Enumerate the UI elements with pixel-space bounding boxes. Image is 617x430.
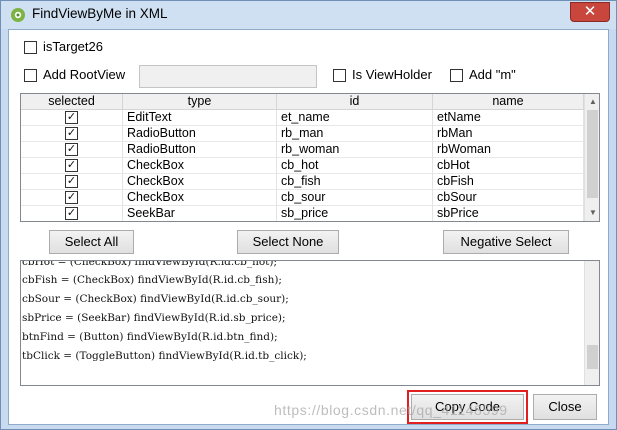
android-app-icon xyxy=(11,8,25,22)
selected-cell: ✓ xyxy=(21,158,123,174)
name-cell[interactable]: sbPrice xyxy=(433,206,584,221)
code-line: tbClick = (ToggleButton) findViewById(R.… xyxy=(22,350,307,362)
table-scroll-thumb[interactable] xyxy=(587,110,598,198)
table-row[interactable]: ✓ SeekBar sb_price sbPrice xyxy=(21,206,584,221)
dialog-content: isTarget26 Add RootView Is ViewHolder Ad… xyxy=(8,29,609,425)
selected-cell: ✓ xyxy=(21,126,123,142)
title-bar[interactable]: FindViewByMe in XML ✕ xyxy=(1,1,616,29)
code-line: cbSour = (CheckBox) findViewById(R.id.cb… xyxy=(22,293,289,305)
is-view-holder-label: Is ViewHolder xyxy=(352,67,432,82)
findviewbyme-dialog: FindViewByMe in XML ✕ isTarget26 Add Roo… xyxy=(0,0,617,430)
table-row[interactable]: ✓ CheckBox cb_fish cbFish xyxy=(21,174,584,190)
table-row[interactable]: ✓ EditText et_name etName xyxy=(21,110,584,126)
select-none-button[interactable]: Select None xyxy=(237,230,339,254)
type-cell: SeekBar xyxy=(123,206,277,221)
is-target26-label: isTarget26 xyxy=(43,39,103,54)
add-m-checkbox[interactable] xyxy=(450,69,463,82)
is-view-holder-checkbox[interactable] xyxy=(333,69,346,82)
scroll-down-icon[interactable]: ▼ xyxy=(585,205,599,221)
table-scrollbar[interactable]: ▲ ▼ xyxy=(584,94,599,221)
id-cell: cb_hot xyxy=(277,158,433,174)
close-button[interactable]: Close xyxy=(533,394,597,420)
type-cell: CheckBox xyxy=(123,158,277,174)
code-output-textarea[interactable]: cbHot = (CheckBox) findViewById(R.id.cb_… xyxy=(20,260,600,386)
type-cell: CheckBox xyxy=(123,190,277,206)
add-root-view-checkbox[interactable] xyxy=(24,69,37,82)
table-row[interactable]: ✓ RadioButton rb_woman rbWoman xyxy=(21,142,584,158)
selected-cell: ✓ xyxy=(21,206,123,221)
name-cell[interactable]: cbSour xyxy=(433,190,584,206)
name-cell[interactable]: cbFish xyxy=(433,174,584,190)
column-header-name[interactable]: name xyxy=(433,94,584,110)
row-selected-checkbox[interactable]: ✓ xyxy=(65,159,78,172)
root-view-input[interactable] xyxy=(139,65,317,88)
selected-cell: ✓ xyxy=(21,142,123,158)
views-table: selected type id name ✓ EditText et_name… xyxy=(20,93,600,222)
is-target26-checkbox[interactable] xyxy=(24,41,37,54)
name-cell[interactable]: rbMan xyxy=(433,126,584,142)
scroll-up-icon[interactable]: ▲ xyxy=(585,94,599,110)
name-cell[interactable]: cbHot xyxy=(433,158,584,174)
selected-cell: ✓ xyxy=(21,190,123,206)
column-header-type[interactable]: type xyxy=(123,94,277,110)
code-line: sbPrice = (SeekBar) findViewById(R.id.sb… xyxy=(22,312,286,324)
code-scroll-thumb[interactable] xyxy=(587,345,598,369)
table-row[interactable]: ✓ CheckBox cb_hot cbHot xyxy=(21,158,584,174)
name-cell[interactable]: etName xyxy=(433,110,584,126)
window-title: FindViewByMe in XML xyxy=(32,6,168,21)
row-selected-checkbox[interactable]: ✓ xyxy=(65,191,78,204)
negative-select-button[interactable]: Negative Select xyxy=(443,230,569,254)
select-all-button[interactable]: Select All xyxy=(49,230,134,254)
code-line: btnFind = (Button) findViewById(R.id.btn… xyxy=(22,331,278,343)
add-m-label: Add "m" xyxy=(469,67,516,82)
id-cell: et_name xyxy=(277,110,433,126)
window-close-button[interactable]: ✕ xyxy=(570,2,610,22)
table-row[interactable]: ✓ CheckBox cb_sour cbSour xyxy=(21,190,584,206)
code-line: cbFish = (CheckBox) findViewById(R.id.cb… xyxy=(22,274,282,286)
watermark-text: https://blog.csdn.net/qq_41148599 xyxy=(274,402,508,418)
id-cell: cb_fish xyxy=(277,174,433,190)
column-header-selected[interactable]: selected xyxy=(21,94,123,110)
type-cell: CheckBox xyxy=(123,174,277,190)
id-cell: sb_price xyxy=(277,206,433,221)
row-selected-checkbox[interactable]: ✓ xyxy=(65,175,78,188)
column-header-id[interactable]: id xyxy=(277,94,433,110)
code-line: cbHot = (CheckBox) findViewById(R.id.cb_… xyxy=(22,260,278,268)
id-cell: cb_sour xyxy=(277,190,433,206)
row-selected-checkbox[interactable]: ✓ xyxy=(65,143,78,156)
table-row[interactable]: ✓ RadioButton rb_man rbMan xyxy=(21,126,584,142)
code-scrollbar[interactable] xyxy=(584,261,599,385)
close-icon: ✕ xyxy=(583,3,597,20)
selected-cell: ✓ xyxy=(21,110,123,126)
add-root-view-label: Add RootView xyxy=(43,67,126,82)
type-cell: EditText xyxy=(123,110,277,126)
id-cell: rb_man xyxy=(277,126,433,142)
type-cell: RadioButton xyxy=(123,142,277,158)
row-selected-checkbox[interactable]: ✓ xyxy=(65,207,78,220)
type-cell: RadioButton xyxy=(123,126,277,142)
table-header: selected type id name xyxy=(21,94,584,110)
id-cell: rb_woman xyxy=(277,142,433,158)
row-selected-checkbox[interactable]: ✓ xyxy=(65,111,78,124)
name-cell[interactable]: rbWoman xyxy=(433,142,584,158)
selected-cell: ✓ xyxy=(21,174,123,190)
row-selected-checkbox[interactable]: ✓ xyxy=(65,127,78,140)
